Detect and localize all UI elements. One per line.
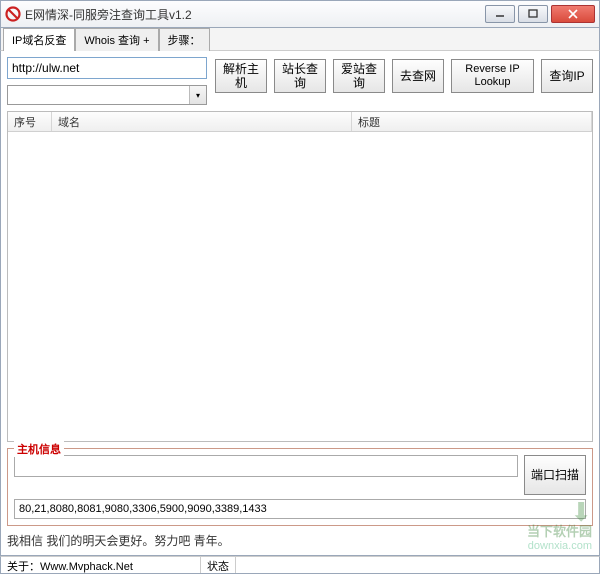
- chinaz-button[interactable]: 站长查询: [274, 59, 326, 93]
- button-row: 解析主机 站长查询 爱站查询 去查网 Reverse IP Lookup 查询I…: [215, 59, 593, 93]
- aizhan-button[interactable]: 爱站查询: [333, 59, 385, 93]
- query-ip-button[interactable]: 查询IP: [541, 59, 593, 93]
- col-index[interactable]: 序号: [8, 112, 52, 131]
- status-state: 状态: [201, 557, 236, 573]
- tab-ip-reverse[interactable]: IP域名反查: [3, 28, 75, 51]
- window-buttons: [485, 5, 595, 23]
- close-button[interactable]: [551, 5, 595, 23]
- col-title[interactable]: 标题: [352, 112, 592, 131]
- ports-input[interactable]: [14, 499, 586, 519]
- reverse-ip-button[interactable]: Reverse IP Lookup: [451, 59, 534, 93]
- listview-header: 序号 域名 标题: [8, 112, 592, 132]
- chevron-down-icon: ▾: [189, 86, 206, 104]
- app-icon: [5, 6, 21, 22]
- port-scan-button[interactable]: 端口扫描: [524, 455, 586, 495]
- status-about: 关于：Www.Mvphack.Net: [1, 557, 201, 573]
- results-listview[interactable]: 序号 域名 标题: [7, 111, 593, 442]
- host-info-box[interactable]: [14, 455, 518, 477]
- tab-strip: IP域名反查 Whois 查询 + 步骤：: [0, 28, 600, 50]
- minimize-button[interactable]: [485, 5, 515, 23]
- tab-steps[interactable]: 步骤：: [159, 28, 210, 51]
- url-input[interactable]: [7, 57, 207, 79]
- listview-body: [8, 132, 592, 441]
- window-titlebar: E网情深-同服旁注查询工具v1.2: [0, 0, 600, 28]
- client-area: ▾ 解析主机 站长查询 爱站查询 去查网 Reverse IP Lookup 查…: [0, 50, 600, 556]
- quchawang-button[interactable]: 去查网: [392, 59, 444, 93]
- message-line: 我相信 我们的明天会更好。努力吧 青年。: [7, 532, 593, 549]
- col-domain[interactable]: 域名: [52, 112, 352, 131]
- parse-host-button[interactable]: 解析主机: [215, 59, 267, 93]
- tab-whois[interactable]: Whois 查询 +: [75, 28, 158, 51]
- maximize-button[interactable]: [518, 5, 548, 23]
- combo-select[interactable]: ▾: [7, 85, 207, 105]
- status-bar: 关于：Www.Mvphack.Net 状态: [0, 556, 600, 574]
- host-info-group: 主机信息 端口扫描: [7, 448, 593, 526]
- window-title: E网情深-同服旁注查询工具v1.2: [25, 6, 485, 23]
- host-info-legend: 主机信息: [14, 441, 64, 457]
